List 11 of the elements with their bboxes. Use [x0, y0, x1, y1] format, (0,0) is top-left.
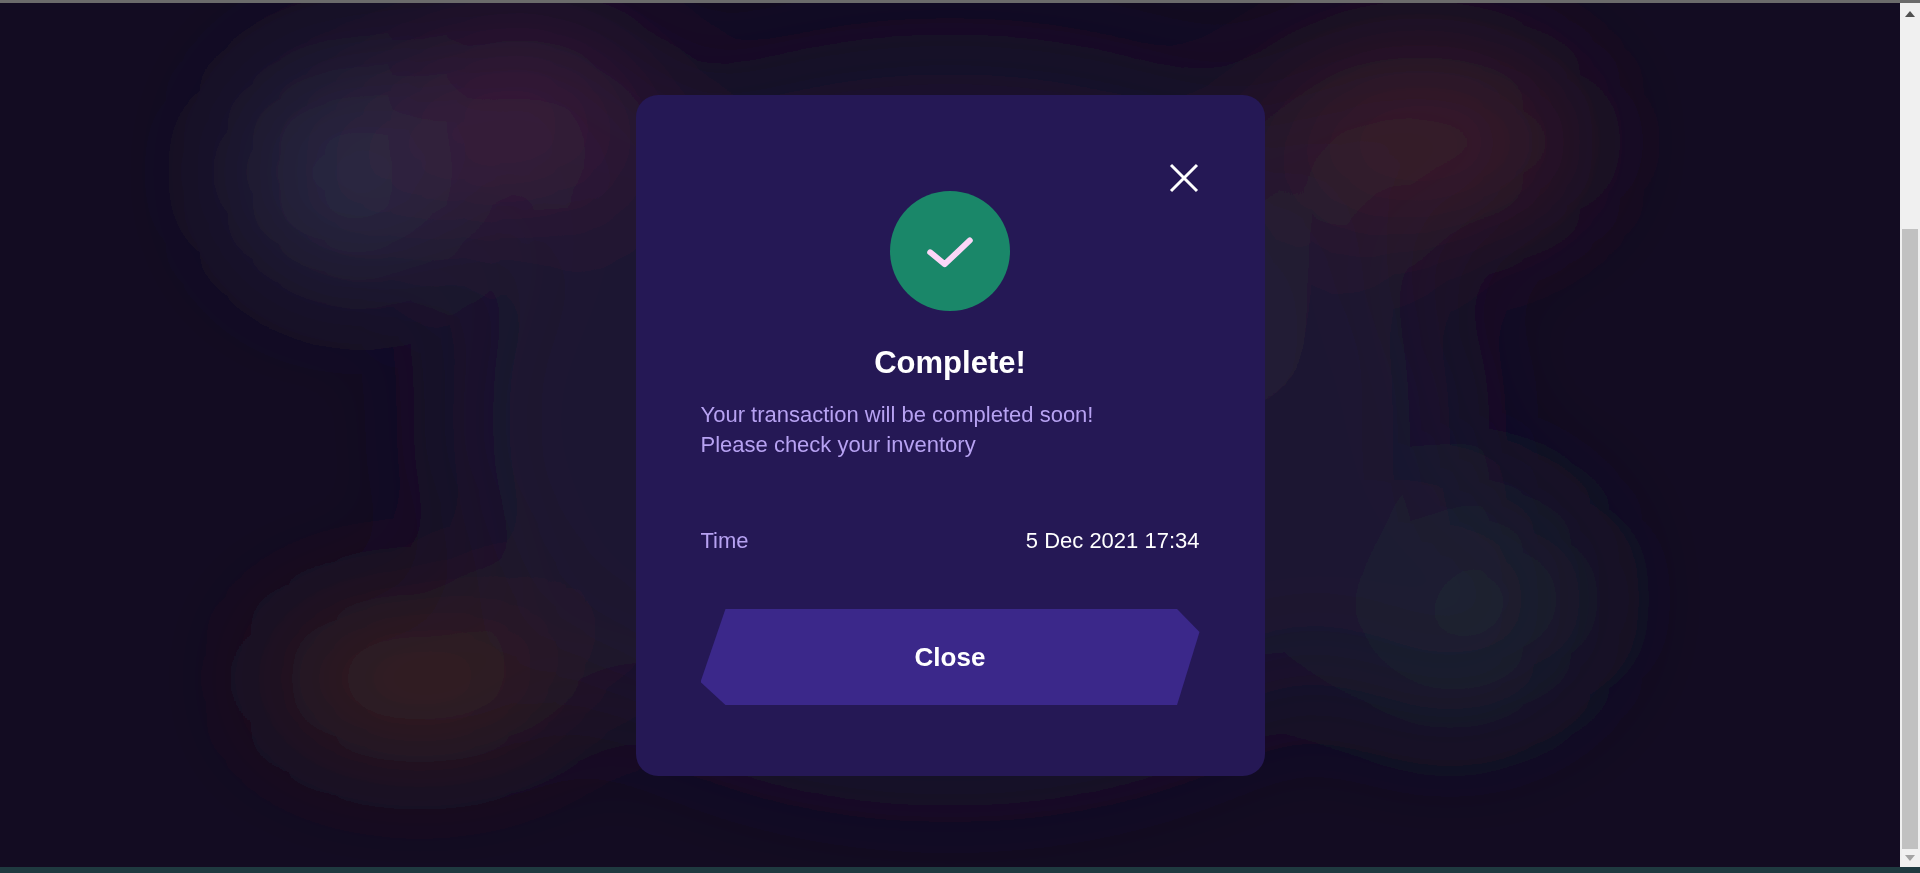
scroll-down-icon[interactable] [1905, 855, 1915, 861]
dialog-title: Complete! [874, 347, 1026, 378]
close-button[interactable]: Close [700, 609, 1200, 705]
detail-value: 5 Dec 2021 17:34 [1025, 527, 1200, 555]
scrollbar-thumb[interactable] [1902, 229, 1918, 849]
detail-label: Time [700, 527, 749, 555]
close-icon[interactable] [1168, 163, 1199, 193]
scroll-up-icon[interactable] [1905, 11, 1915, 17]
message-text: Please check your inventory [700, 431, 977, 459]
message-text: Your transaction will be completed soon! [700, 401, 1095, 429]
scrollbar[interactable] [1900, 3, 1920, 867]
